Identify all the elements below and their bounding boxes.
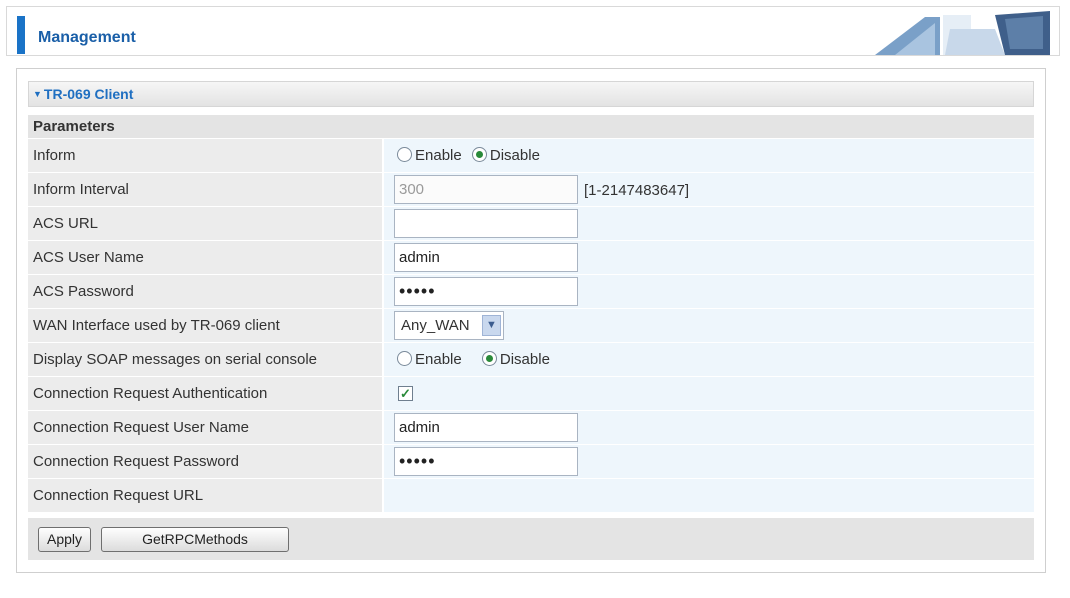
wan-interface-label: WAN Interface used by TR-069 client [28, 309, 382, 342]
inform-interval-label: Inform Interval [28, 173, 382, 206]
inform-disable-radio[interactable]: Disable [471, 147, 540, 164]
radio-icon [397, 147, 412, 162]
get-rpc-methods-button[interactable]: GetRPCMethods [101, 527, 289, 552]
acs-url-label: ACS URL [28, 207, 382, 240]
radio-selected-icon [471, 147, 487, 162]
conn-password-label: Connection Request Password [28, 445, 382, 478]
acs-password-row: ACS Password ••••• [28, 275, 1034, 309]
button-bar: Apply GetRPCMethods [28, 518, 1034, 560]
soap-enable-radio[interactable]: Enable [397, 351, 462, 368]
section-title: TR-069 Client [43, 86, 134, 102]
header-banner-art [845, 9, 1055, 55]
conn-password-input[interactable]: ••••• [394, 447, 578, 476]
acs-url-row: ACS URL [28, 207, 1034, 241]
conn-url-value [384, 479, 1034, 512]
parameters-heading-row: Parameters [28, 115, 1034, 139]
wan-interface-select[interactable]: Any_WAN ▼ [394, 311, 504, 340]
soap-display-radio-group: Enable Disable [397, 351, 556, 368]
parameters-table: Parameters Inform Enable Disable Inform … [28, 115, 1034, 513]
acs-user-input[interactable]: admin [394, 243, 578, 272]
radio-icon [397, 351, 412, 366]
radio-selected-icon [481, 351, 497, 366]
inform-interval-row: Inform Interval 300 [1-2147483647] [28, 173, 1034, 207]
conn-url-label: Connection Request URL [28, 479, 382, 512]
collapse-triangle-icon: ▼ [33, 89, 42, 99]
conn-auth-label: Connection Request Authentication [28, 377, 382, 410]
section-header[interactable]: ▼ TR-069 Client [28, 81, 1034, 107]
conn-auth-checkbox[interactable]: ✓ [398, 386, 413, 401]
inform-interval-range-hint: [1-2147483647] [584, 182, 690, 199]
soap-display-row: Display SOAP messages on serial console … [28, 343, 1034, 377]
conn-user-label: Connection Request User Name [28, 411, 382, 444]
page-header: Management [6, 6, 1060, 56]
page-title: Management [38, 29, 136, 46]
conn-url-row: Connection Request URL [28, 479, 1034, 513]
apply-button[interactable]: Apply [38, 527, 91, 552]
acs-url-input[interactable] [394, 209, 578, 238]
wan-interface-row: WAN Interface used by TR-069 client Any_… [28, 309, 1034, 343]
conn-password-row: Connection Request Password ••••• [28, 445, 1034, 479]
conn-auth-row: Connection Request Authentication ✓ [28, 377, 1034, 411]
inform-label: Inform [28, 139, 382, 172]
conn-user-input[interactable]: admin [394, 413, 578, 442]
inform-row: Inform Enable Disable [28, 139, 1034, 173]
tr069-panel: ▼ TR-069 Client Parameters Inform Enable … [16, 68, 1046, 573]
parameters-heading: Parameters [28, 115, 1034, 138]
acs-password-label: ACS Password [28, 275, 382, 308]
inform-enable-radio[interactable]: Enable [397, 147, 462, 164]
inform-interval-input[interactable]: 300 [394, 175, 578, 204]
chevron-down-icon[interactable]: ▼ [482, 315, 501, 336]
wan-interface-value: Any_WAN [401, 317, 470, 334]
conn-user-row: Connection Request User Name admin [28, 411, 1034, 445]
acs-user-row: ACS User Name admin [28, 241, 1034, 275]
acs-user-label: ACS User Name [28, 241, 382, 274]
acs-password-input[interactable]: ••••• [394, 277, 578, 306]
soap-disable-radio[interactable]: Disable [481, 351, 550, 368]
soap-display-label: Display SOAP messages on serial console [28, 343, 382, 376]
inform-radio-group: Enable Disable [397, 147, 546, 164]
header-accent-bar [17, 16, 25, 54]
